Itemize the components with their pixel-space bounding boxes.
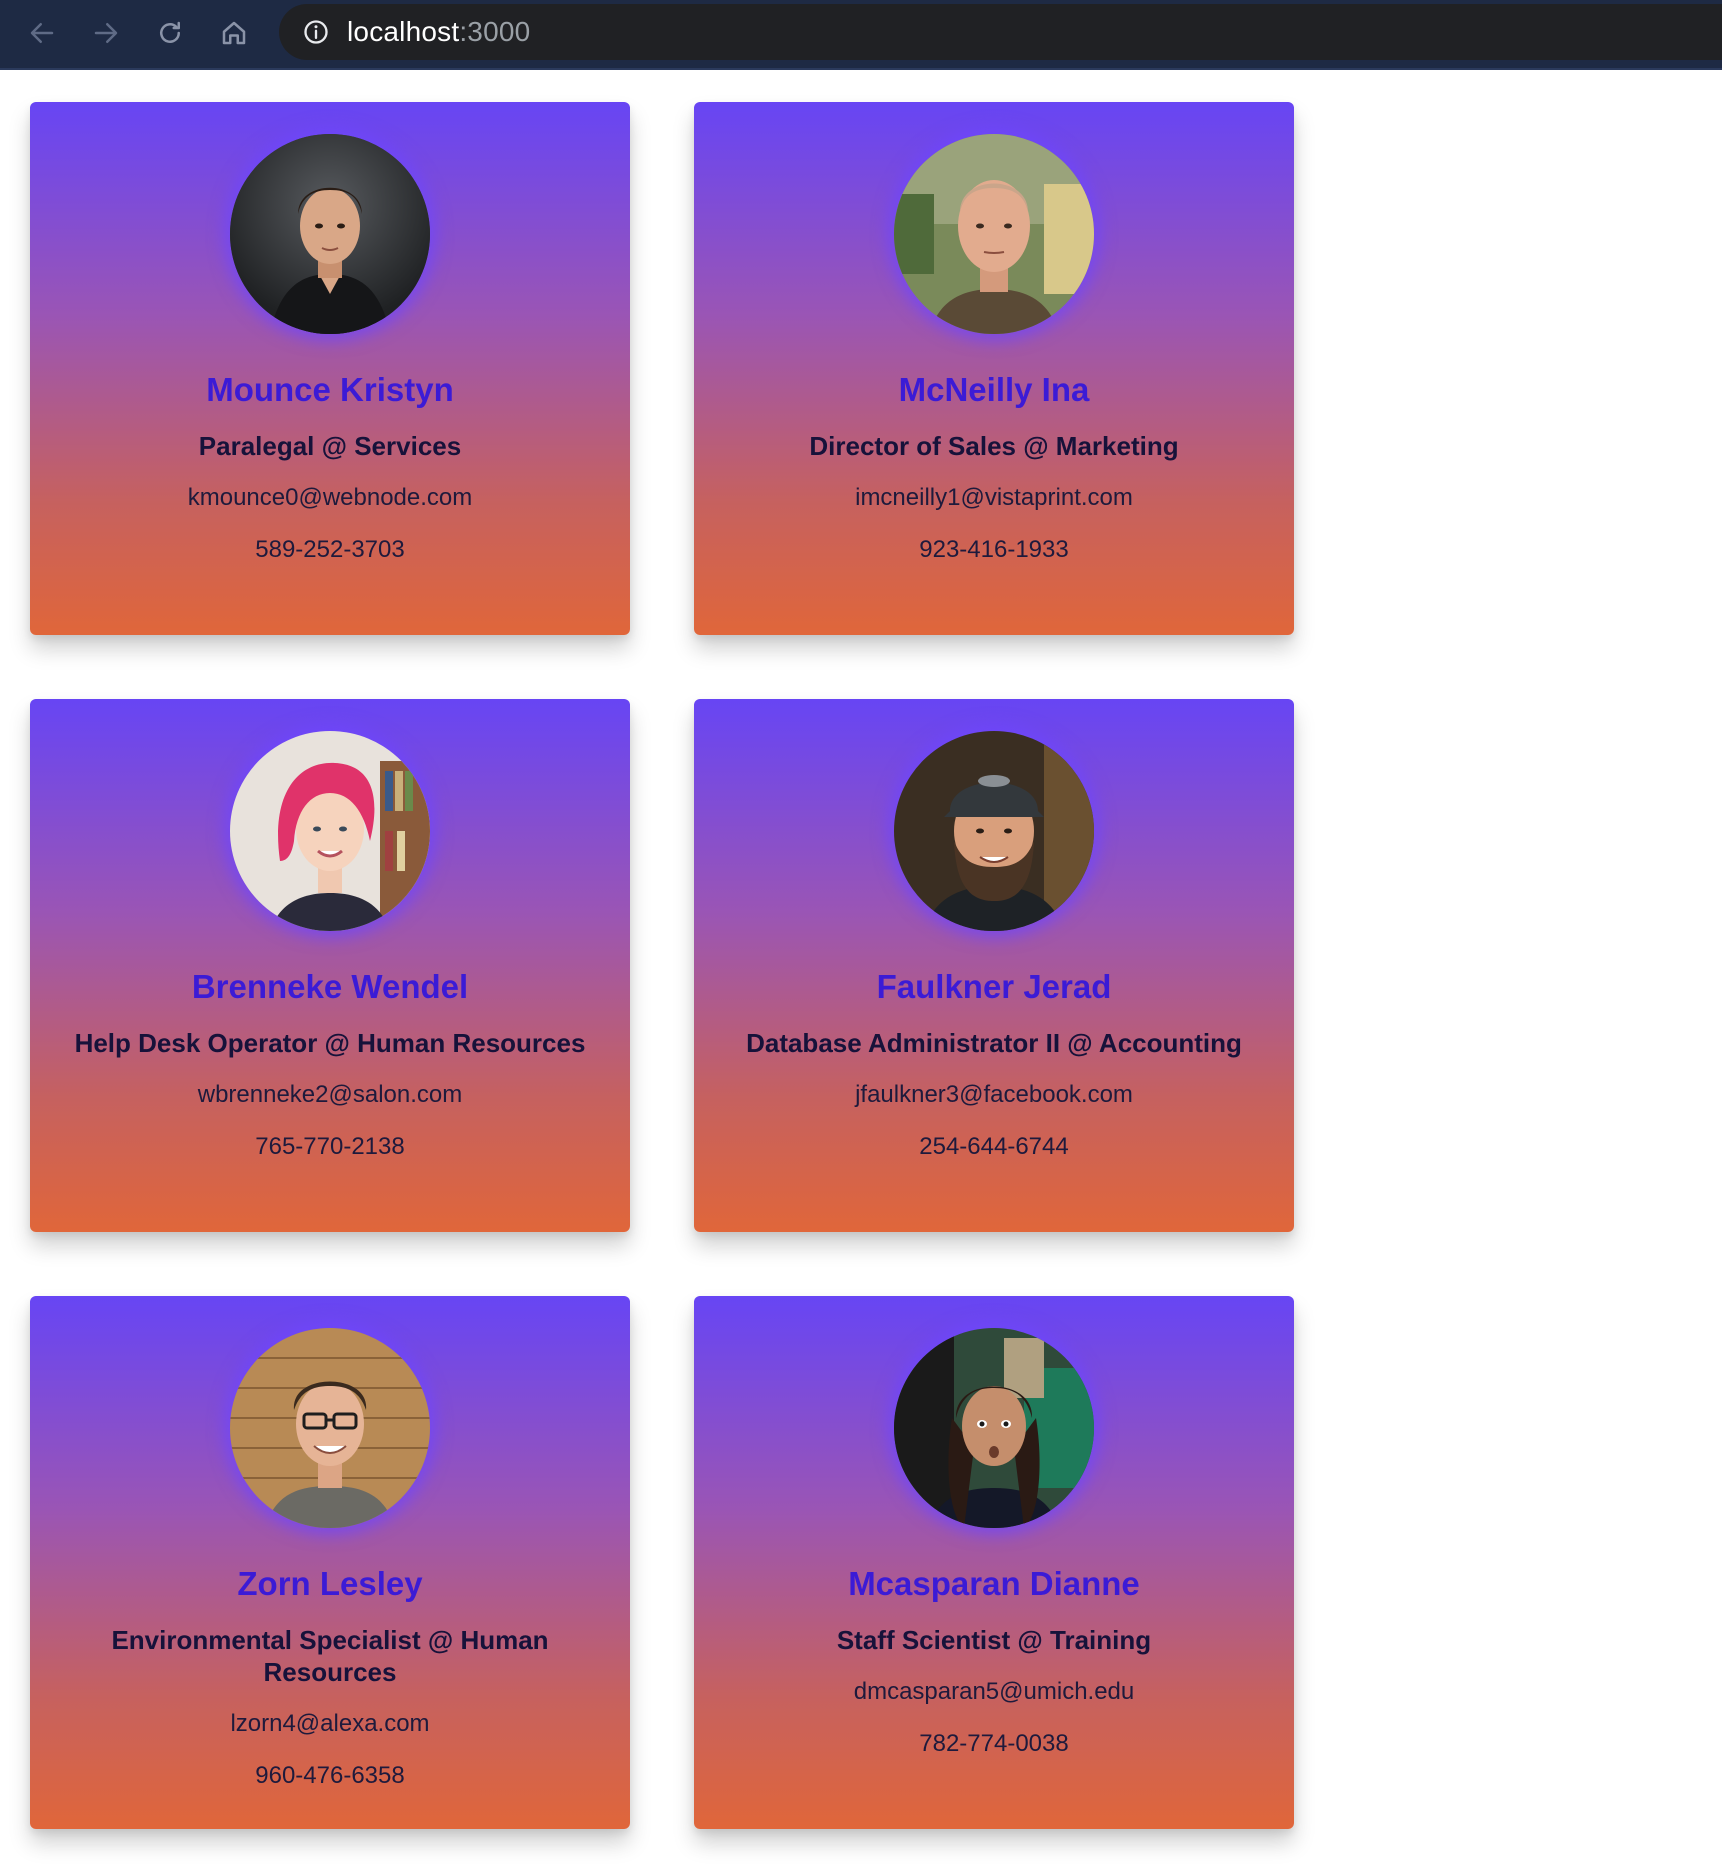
employee-name: Brenneke Wendel xyxy=(191,968,469,1005)
reload-button[interactable] xyxy=(147,10,193,56)
employee-card: McNeilly Ina Director of Sales @ Marketi… xyxy=(694,102,1294,635)
employee-card-grid: Mounce Kristyn Paralegal @ Services kmou… xyxy=(30,102,1294,1829)
avatar xyxy=(894,731,1094,931)
back-button[interactable] xyxy=(19,10,65,56)
employee-phone: 923-416-1933 xyxy=(919,536,1069,563)
reload-icon xyxy=(160,21,180,43)
employee-name: Mounce Kristyn xyxy=(206,371,454,408)
avatar xyxy=(230,731,430,931)
url-text[interactable]: localhost:3000 xyxy=(347,16,530,48)
employee-role: Database Administrator II @ Accounting xyxy=(746,1028,1242,1058)
employee-name: Zorn Lesley xyxy=(237,1565,423,1602)
employee-role: Paralegal @ Services xyxy=(198,431,462,461)
employee-role: Staff Scientist @ Training xyxy=(836,1625,1152,1655)
employee-email: lzorn4@alexa.com xyxy=(230,1710,430,1737)
employee-name: McNeilly Ina xyxy=(898,371,1090,408)
employee-role: Director of Sales @ Marketing xyxy=(809,431,1179,461)
home-button[interactable] xyxy=(211,10,257,56)
employee-role: Environmental Specialist @ Human Resourc… xyxy=(111,1625,549,1687)
address-bar[interactable]: localhost:3000 xyxy=(279,4,1722,60)
employee-card: Zorn Lesley Environmental Specialist @ H… xyxy=(30,1296,630,1829)
employee-role: Help Desk Operator @ Human Resources xyxy=(74,1028,586,1058)
employee-phone: 960-476-6358 xyxy=(255,1762,405,1789)
employee-card: Brenneke Wendel Help Desk Operator @ Hum… xyxy=(30,699,630,1232)
employee-email: dmcasparan5@umich.edu xyxy=(853,1678,1135,1705)
home-icon xyxy=(222,21,246,45)
browser-toolbar: localhost:3000 xyxy=(0,0,1722,70)
employee-phone: 765-770-2138 xyxy=(255,1133,405,1160)
forward-button[interactable] xyxy=(83,10,129,56)
arrow-right-icon xyxy=(94,23,118,43)
url-port: :3000 xyxy=(459,16,531,47)
employee-phone: 589-252-3703 xyxy=(255,536,405,563)
info-icon[interactable] xyxy=(301,17,331,47)
employee-email: jfaulkner3@facebook.com xyxy=(855,1081,1133,1108)
employee-name: Mcasparan Dianne xyxy=(848,1565,1140,1602)
avatar xyxy=(230,134,430,334)
employee-card: Mcasparan Dianne Staff Scientist @ Train… xyxy=(694,1296,1294,1829)
avatar xyxy=(894,1328,1094,1528)
employee-email: imcneilly1@vistaprint.com xyxy=(855,484,1133,511)
employee-phone: 782-774-0038 xyxy=(919,1730,1069,1757)
employee-email: kmounce0@webnode.com xyxy=(187,484,473,511)
url-host: localhost xyxy=(347,16,460,47)
employee-phone: 254-644-6744 xyxy=(919,1133,1069,1160)
arrow-left-icon xyxy=(30,23,54,43)
avatar xyxy=(894,134,1094,334)
avatar xyxy=(230,1328,430,1528)
employee-card: Faulkner Jerad Database Administrator II… xyxy=(694,699,1294,1232)
employee-email: wbrenneke2@salon.com xyxy=(197,1081,463,1108)
employee-card: Mounce Kristyn Paralegal @ Services kmou… xyxy=(30,102,630,635)
employee-name: Faulkner Jerad xyxy=(876,968,1112,1005)
